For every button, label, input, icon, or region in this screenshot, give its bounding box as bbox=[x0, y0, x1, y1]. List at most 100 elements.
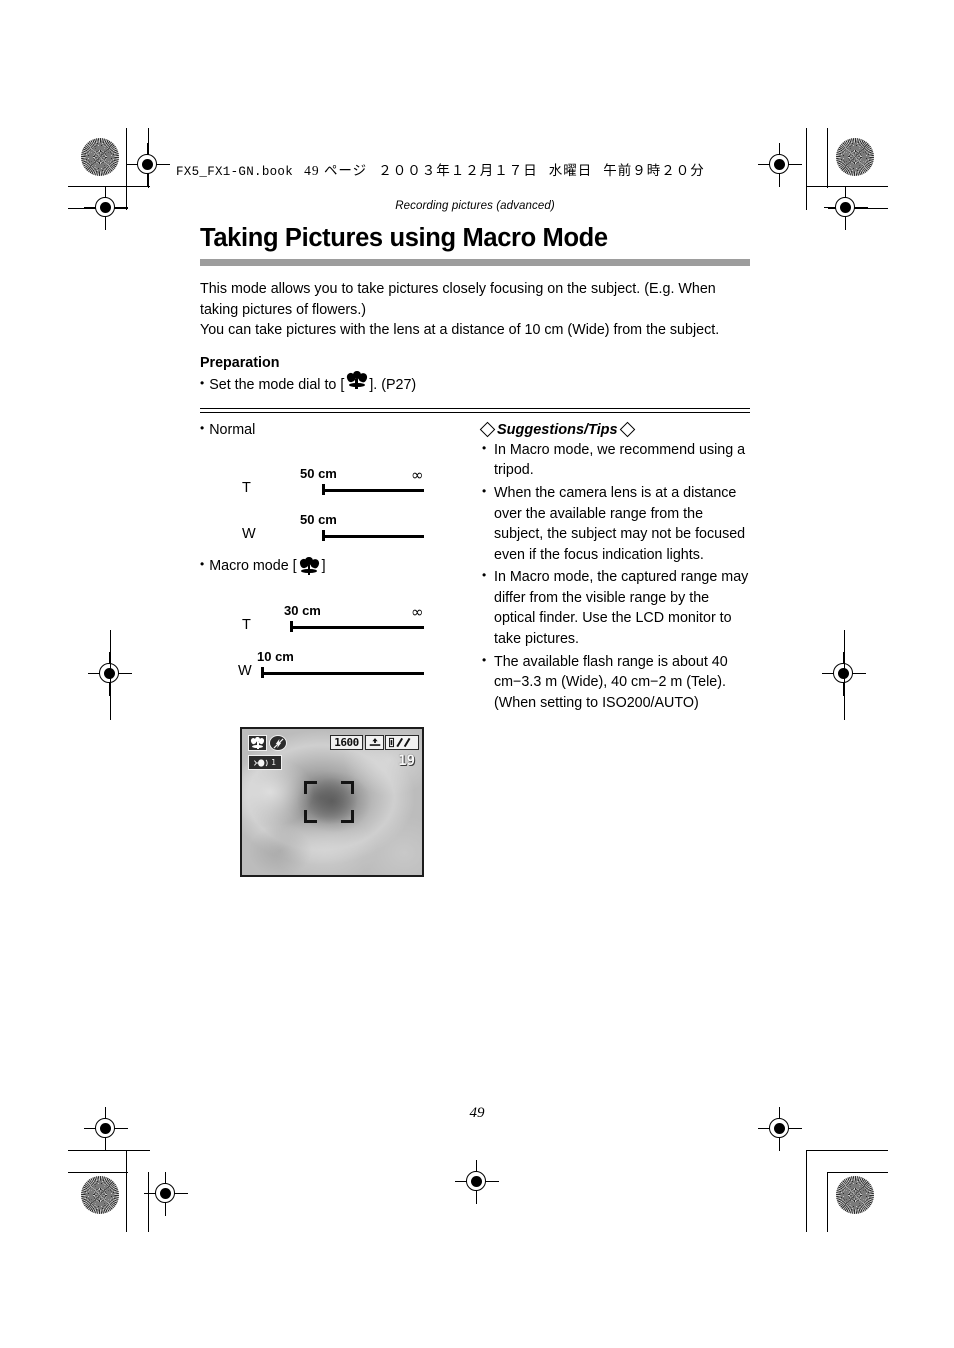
osd-battery-card-badge bbox=[385, 735, 419, 750]
scale-row-normal-wide: W 50 cm bbox=[200, 500, 482, 546]
crop-line bbox=[806, 1150, 888, 1152]
rosette-mark-top-left bbox=[81, 138, 119, 176]
crop-line bbox=[68, 1150, 150, 1152]
bullet-dot-icon: • bbox=[200, 375, 205, 390]
osd-shots-remaining: 19 bbox=[398, 753, 415, 769]
two-column-area: • Normal T 50 cm ∞ W 50 cm • Macro mode … bbox=[200, 422, 750, 716]
tip-item: • In Macro mode, we recommend using a tr… bbox=[482, 440, 750, 481]
scale-row-normal-tele: T 50 cm ∞ bbox=[200, 454, 482, 500]
scale-bar bbox=[261, 672, 424, 675]
registration-mark-top-right bbox=[758, 143, 802, 187]
macro-flower-icon bbox=[250, 736, 265, 749]
lcd-screen-figure: 1 1600 19 bbox=[240, 727, 424, 877]
far-distance-label: ∞ bbox=[411, 602, 424, 621]
image-stabilizer-icon bbox=[254, 758, 268, 767]
osd-quality-badge bbox=[365, 735, 384, 750]
osd-resolution-value: 1600 bbox=[334, 736, 359, 749]
registration-mark-mid-left bbox=[88, 652, 132, 696]
scale-bar bbox=[322, 489, 424, 492]
zoom-position-label: W bbox=[238, 662, 252, 679]
registration-mark-mid-right bbox=[822, 652, 866, 696]
rosette-mark-top-right bbox=[836, 138, 874, 176]
macro-flower-icon bbox=[298, 556, 321, 575]
bullet-dot-icon: • bbox=[482, 440, 487, 455]
macro-mode-label: • Macro mode [ ] bbox=[200, 556, 482, 575]
title-underline-rule bbox=[200, 259, 750, 267]
osd-resolution-badge: 1600 bbox=[330, 735, 363, 750]
zoom-position-label: W bbox=[242, 525, 256, 542]
af-focus-frame bbox=[304, 781, 354, 823]
zoom-position-label: T bbox=[242, 616, 251, 633]
registration-mark-upper-right bbox=[824, 186, 868, 230]
page-number: 49 bbox=[469, 1105, 485, 1121]
near-distance-label: 50 cm bbox=[300, 465, 337, 481]
crop-line bbox=[806, 186, 888, 188]
normal-label-text: Normal bbox=[209, 421, 256, 438]
flash-off-icon bbox=[272, 737, 284, 749]
crop-line bbox=[68, 208, 128, 210]
page-content: Recording pictures (advanced) Taking Pic… bbox=[200, 200, 750, 715]
af-corner-icon bbox=[341, 781, 354, 794]
rosette-mark-bottom-left bbox=[81, 1176, 119, 1214]
osd-macro-icon bbox=[248, 735, 267, 751]
print-header-page: 49 ページ bbox=[304, 163, 368, 178]
printed-page: FX5_FX1-GN.book 49 ページ ２００３年１２月１７日 水曜日 午… bbox=[0, 0, 954, 1348]
bullet-dot-icon: • bbox=[482, 483, 487, 498]
tip-item: • When the camera lens is at a distance … bbox=[482, 483, 750, 565]
crop-line bbox=[844, 630, 846, 720]
intro-paragraph-1: This mode allows you to take pictures cl… bbox=[200, 281, 716, 318]
registration-mark-top-left bbox=[126, 143, 170, 187]
lcd-osd-overlay: 1 1600 19 bbox=[242, 729, 422, 875]
osd-flash-off-icon bbox=[269, 735, 287, 751]
near-distance-label: 10 cm bbox=[257, 648, 294, 664]
registration-mark-bottom-left bbox=[144, 1172, 188, 1216]
page-title: Taking Pictures using Macro Mode bbox=[200, 224, 608, 252]
zoom-position-label: T bbox=[242, 479, 251, 496]
print-header-weekday: 水曜日 bbox=[548, 163, 593, 178]
left-column: • Normal T 50 cm ∞ W 50 cm • Macro mode … bbox=[200, 422, 482, 716]
crop-line bbox=[828, 1172, 888, 1174]
crop-line bbox=[126, 128, 128, 210]
diamond-icon bbox=[479, 422, 496, 438]
bullet-dot-icon: • bbox=[200, 557, 205, 572]
tip-item: • The available flash range is about 40 … bbox=[482, 652, 750, 714]
crop-line bbox=[828, 208, 888, 210]
diamond-icon bbox=[619, 422, 635, 438]
crop-line bbox=[126, 1150, 128, 1232]
crop-line bbox=[827, 128, 829, 188]
far-distance-label: ∞ bbox=[411, 465, 424, 484]
crop-line bbox=[68, 186, 150, 188]
preparation-text-before: Set the mode dial to [ bbox=[209, 376, 345, 393]
bullet-dot-icon: • bbox=[482, 652, 487, 667]
macro-distance-scales: T 30 cm ∞ W 10 cm bbox=[200, 591, 482, 683]
af-corner-icon bbox=[341, 810, 354, 823]
bullet-dot-icon: • bbox=[200, 420, 205, 435]
crop-line bbox=[806, 128, 808, 210]
crop-line bbox=[806, 1150, 808, 1232]
macro-label-before: Macro mode [ bbox=[209, 558, 297, 575]
preparation-bullet: • Set the mode dial to [ ]. (P27) bbox=[200, 370, 750, 393]
osd-stabilizer-icon: 1 bbox=[248, 755, 282, 770]
rosette-mark-bottom-right bbox=[836, 1176, 874, 1214]
card-slashes-icon bbox=[389, 737, 411, 748]
scale-row-macro-tele: T 30 cm ∞ bbox=[200, 591, 482, 637]
macro-label-after: ] bbox=[321, 558, 326, 575]
macro-flower-icon bbox=[345, 370, 368, 389]
crop-line bbox=[110, 630, 112, 720]
near-distance-label: 30 cm bbox=[284, 602, 321, 618]
af-corner-icon bbox=[304, 781, 317, 794]
af-corner-icon bbox=[304, 810, 317, 823]
near-distance-label: 50 cm bbox=[300, 511, 337, 527]
intro-paragraph-2: You can take pictures with the lens at a… bbox=[200, 322, 720, 339]
tip-text: The available flash range is about 40 cm… bbox=[494, 653, 728, 711]
registration-mark-bottom-center bbox=[455, 1160, 499, 1204]
osd-stabilizer-mode: 1 bbox=[271, 758, 276, 767]
tip-text: In Macro mode, the captured range may di… bbox=[494, 569, 749, 647]
crop-line bbox=[148, 128, 150, 188]
tip-item: • In Macro mode, the captured range may … bbox=[482, 567, 750, 649]
running-head: Recording pictures (advanced) bbox=[395, 200, 555, 212]
crop-line bbox=[148, 1172, 150, 1232]
print-header-line: FX5_FX1-GN.book 49 ページ ２００３年１２月１７日 水曜日 午… bbox=[176, 159, 705, 179]
normal-distance-scales: T 50 cm ∞ W 50 cm bbox=[200, 454, 482, 546]
fine-quality-icon bbox=[369, 738, 380, 746]
